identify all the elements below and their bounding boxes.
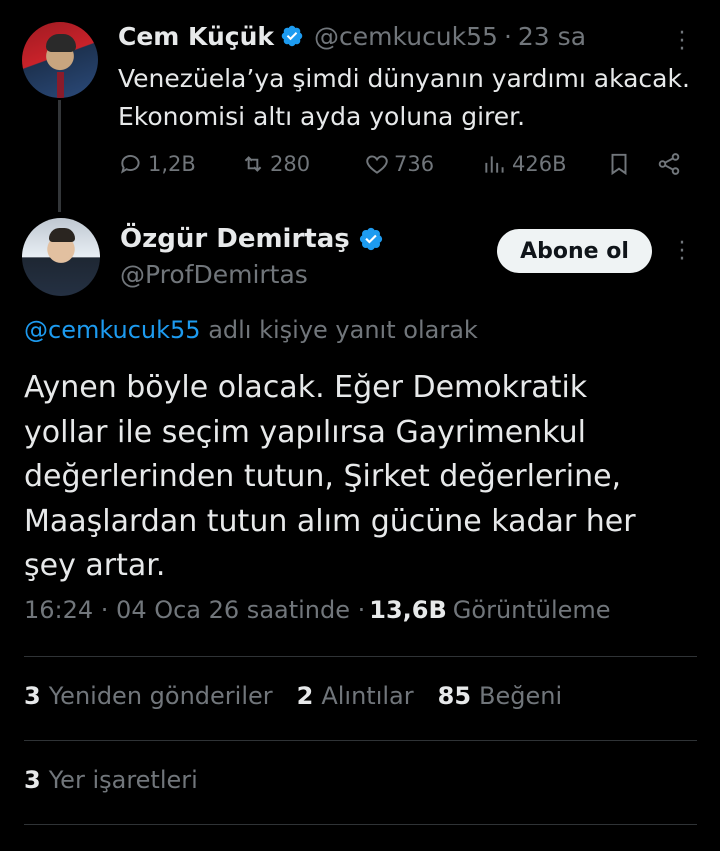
bookmark-stats: 3 Yer işaretleri <box>24 766 222 794</box>
reposts-label[interactable]: Yeniden gönderiler <box>49 682 273 710</box>
heart-icon <box>366 155 388 174</box>
author-name[interactable]: Cem Küçük <box>118 22 274 51</box>
avatar[interactable] <box>22 218 100 296</box>
reply-to-suffix: adlı kişiye yanıt olarak <box>200 316 478 344</box>
verified-badge-icon <box>281 25 303 47</box>
tweet-action-bar: 1,2B 280 736 426B <box>118 146 688 182</box>
more-options-icon[interactable]: · · · <box>677 23 687 61</box>
like-button[interactable]: 736 <box>364 151 482 177</box>
tweet-timestamp[interactable]: 16:24 · 04 Oca 26 saatinde · <box>24 596 365 624</box>
bookmarks-label[interactable]: Yer işaretleri <box>49 766 198 794</box>
parent-tweet-header: Cem Küçük @cemkucuk55 · 23 sa <box>118 20 586 52</box>
retweet-count: 280 <box>270 152 311 176</box>
parent-tweet-line: Ekonomisi altı ayda yoluna girer. <box>118 102 526 131</box>
likes-label[interactable]: Beğeni <box>479 682 562 710</box>
tweet-meta: 16:24 · 04 Oca 26 saatinde · 13,6B Görün… <box>24 596 611 624</box>
author-handle[interactable]: @ProfDemirtas <box>120 260 308 289</box>
quotes-count[interactable]: 2 <box>297 682 314 710</box>
divider <box>24 740 697 741</box>
verified-badge-icon <box>359 227 382 251</box>
bookmarks-count[interactable]: 3 <box>24 766 41 794</box>
parent-tweet-line: Venezüela’ya şimdi dünyanın yardımı akac… <box>118 64 690 93</box>
share-button[interactable] <box>656 151 686 177</box>
replying-to-label: @cemkucuk55 adlı kişiye yanıt olarak <box>24 316 478 344</box>
engagement-stats: 3 Yeniden gönderiler 2 Alıntılar 85 Beğe… <box>24 682 586 710</box>
view-count: 426B <box>512 152 567 176</box>
avatar[interactable] <box>22 22 98 98</box>
tweet-line: değerlerinden tutun, Şirket değerlerine, <box>24 459 622 494</box>
views-button[interactable]: 426B <box>482 151 606 177</box>
reply-count: 1,2B <box>148 152 196 176</box>
reply-author-row: Özgür Demirtaş <box>120 224 384 254</box>
reply-mention-link[interactable]: @cemkucuk55 <box>24 316 201 344</box>
reply-icon <box>120 155 140 174</box>
divider <box>24 824 697 825</box>
tweet-line: Maaşlardan tutun alım gücüne kadar her <box>24 503 636 539</box>
follow-button[interactable]: Abone ol <box>497 229 652 273</box>
tweet-line: şey artar. <box>24 548 166 583</box>
reposts-count[interactable]: 3 <box>24 682 41 710</box>
parent-tweet-text: Venezüela’ya şimdi dünyanın yardımı akac… <box>118 60 708 136</box>
like-count: 736 <box>394 152 435 176</box>
tweet-line: yollar ile seçim yapılırsa Gayrimenkul <box>24 414 586 450</box>
tweet-line: Aynen böyle olacak. Eğer Demokratik <box>24 370 588 405</box>
separator-dot: · <box>503 21 512 51</box>
author-handle[interactable]: @cemkucuk55 <box>314 22 498 51</box>
parent-tweet[interactable]: Cem Küçük @cemkucuk55 · 23 sa · · · Venezü… <box>0 0 720 212</box>
tweet-time[interactable]: 23 sa <box>518 22 586 51</box>
quotes-label[interactable]: Alıntılar <box>321 682 413 710</box>
retweet-button[interactable]: 280 <box>240 151 364 177</box>
author-name[interactable]: Özgür Demirtaş <box>120 224 350 254</box>
divider <box>24 656 697 657</box>
reply-button[interactable]: 1,2B <box>118 151 240 177</box>
bookmark-button[interactable] <box>606 151 656 177</box>
retweet-icon <box>244 156 262 172</box>
analytics-icon <box>485 156 504 173</box>
share-icon <box>658 153 680 175</box>
reply-tweet-text: Aynen böyle olacak. Eğer Demokratik yoll… <box>24 366 700 589</box>
view-count: 13,6B <box>369 596 447 624</box>
likes-count[interactable]: 85 <box>438 682 471 710</box>
more-options-icon[interactable]: · · · <box>677 233 687 271</box>
view-label: Görüntüleme <box>452 596 611 624</box>
thread-connector-line <box>58 100 61 212</box>
bookmark-icon <box>611 153 627 176</box>
